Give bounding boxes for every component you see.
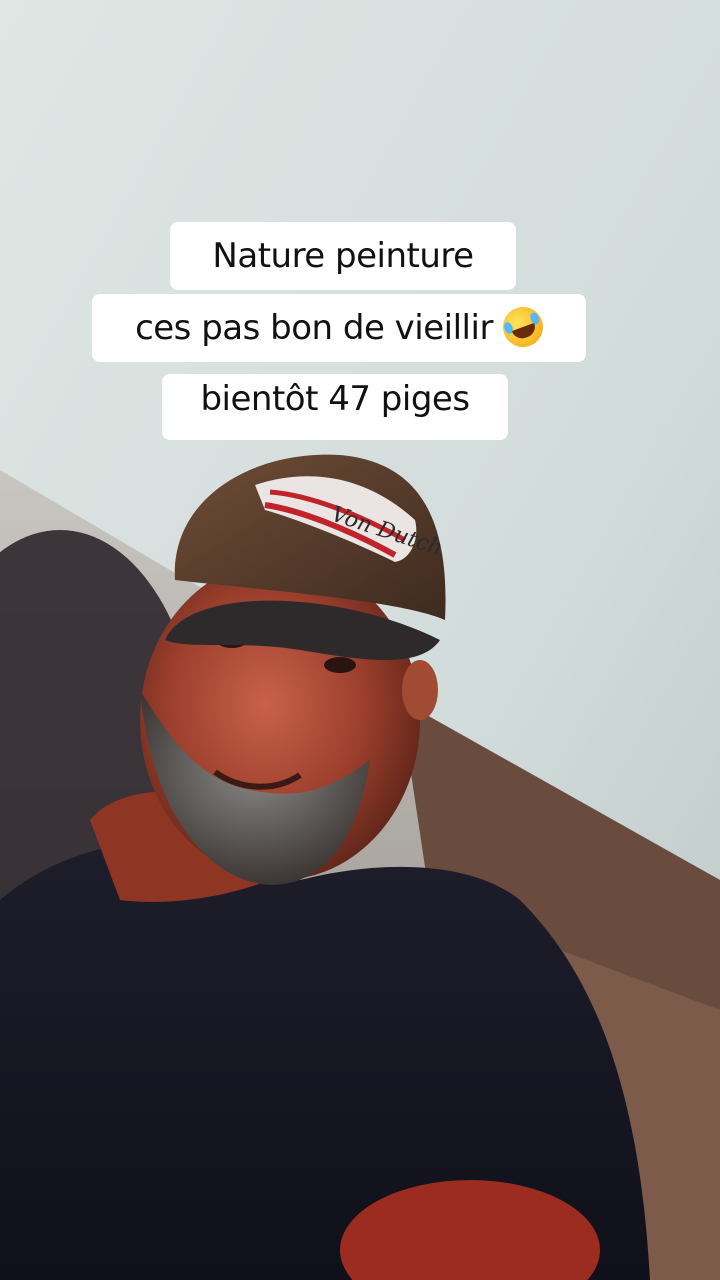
caption-line-3: bientôt 47 piges xyxy=(162,374,508,440)
laughing-emoji-icon xyxy=(497,301,549,353)
caption-line-2-text: ces pas bon de vieillir xyxy=(135,308,493,348)
caption-line-2: ces pas bon de vieillir xyxy=(92,294,586,362)
caption-line-1: Nature peinture xyxy=(170,222,516,290)
selfie-photo: Von Dutch xyxy=(0,0,720,1280)
